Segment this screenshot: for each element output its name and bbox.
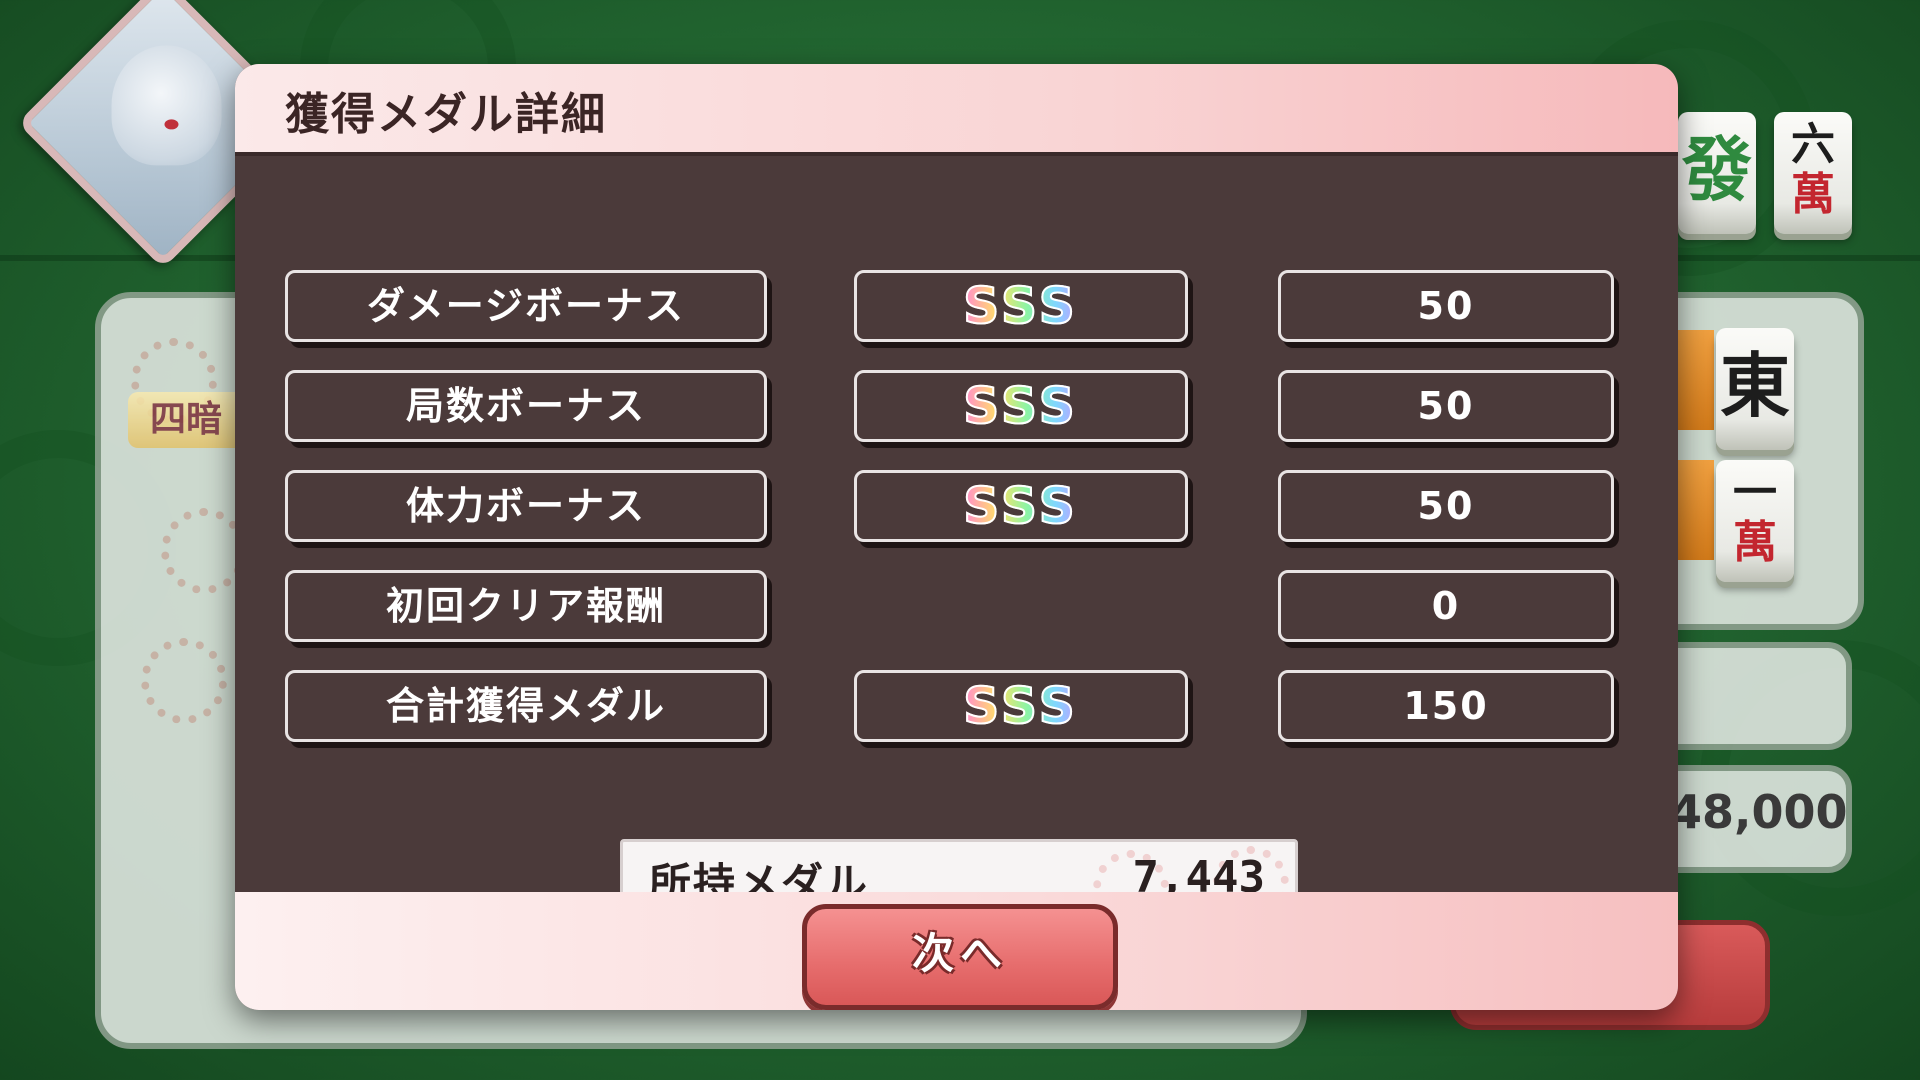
mahjong-tile-rokuman: 六 萬 [1774,112,1852,234]
dialog-body: ダメージボーナス SSS 50 局数ボーナス SSS 50 体力ボーナス SSS… [235,156,1678,926]
rank-text: SSS [962,376,1079,436]
medal-details-dialog: 獲得メダル詳細 ダメージボーナス SSS 50 局数ボーナス SSS 50 体力… [235,64,1678,1010]
bonus-value-rounds: 50 [1278,370,1614,442]
bonus-value-stamina: 50 [1278,470,1614,542]
bonus-rank-stamina: SSS [854,470,1188,542]
bonus-label-stamina: 体力ボーナス [285,470,767,542]
bonus-label-first-clear: 初回クリア報酬 [285,570,767,642]
tile-glyph: 萬 [1791,169,1835,220]
tile-glyph: 萬 [1733,517,1777,568]
dialog-title: 獲得メダル詳細 [285,89,607,140]
rank-text: SSS [962,676,1079,736]
mahjong-tile-ton: 東 [1716,328,1794,450]
bonus-rank-rounds: SSS [854,370,1188,442]
character-eye [164,119,179,130]
mahjong-tile-hatsu: 發 [1678,112,1756,234]
bonus-label-damage: ダメージボーナス [285,270,767,342]
total-medals-value: 150 [1278,670,1614,742]
total-medals-rank: SSS [854,670,1188,742]
mahjong-tile-iiman: 一 萬 [1716,460,1794,582]
total-medals-label: 合計獲得メダル [285,670,767,742]
tile-glyph: 東 [1720,345,1790,427]
dialog-header: 獲得メダル詳細 [235,64,1678,156]
score-value: 48,000 [1670,785,1848,839]
tile-glyph: 發 [1682,129,1752,211]
next-button[interactable]: 次へ [802,904,1118,1010]
bonus-label-rounds: 局数ボーナス [285,370,767,442]
bonus-value-first-clear: 0 [1278,570,1614,642]
rank-text: SSS [962,276,1079,336]
flower-decoration [141,638,227,724]
bonus-value-damage: 50 [1278,270,1614,342]
bonus-rank-damage: SSS [854,270,1188,342]
rank-text: SSS [962,476,1079,536]
tile-glyph: 一 [1733,467,1777,518]
character-hair [111,45,222,166]
tile-glyph: 六 [1791,119,1835,170]
